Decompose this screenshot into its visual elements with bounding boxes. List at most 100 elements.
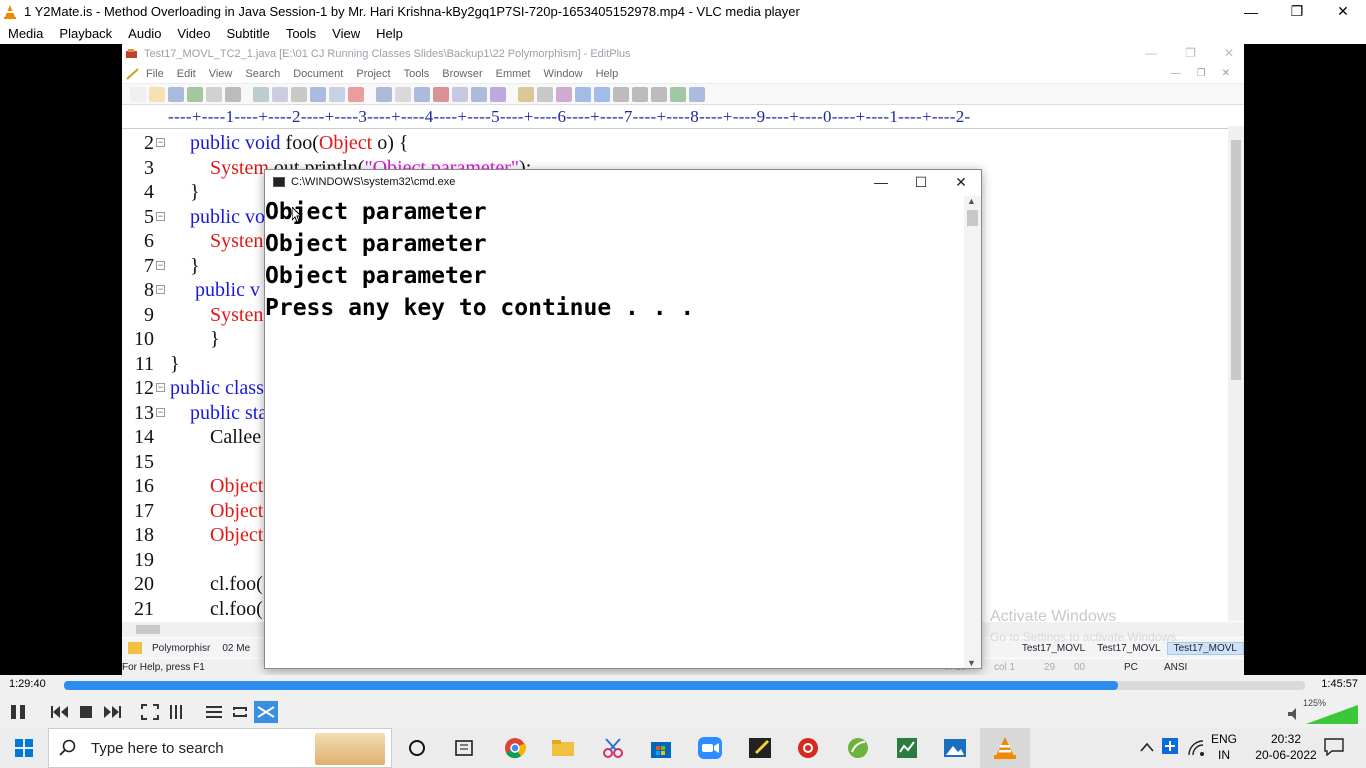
vlc-menu-video[interactable]: Video	[169, 26, 218, 41]
toolbar-button[interactable]	[632, 86, 648, 102]
file-explorer-icon[interactable]	[550, 736, 576, 760]
cmd-maximize-button[interactable]: ☐	[901, 170, 941, 194]
zoom-icon[interactable]	[697, 736, 723, 760]
editor-vertical-scrollbar[interactable]	[1228, 126, 1244, 621]
toolbar-button[interactable]	[130, 86, 146, 102]
toolbar-button[interactable]	[613, 86, 629, 102]
toolbar-button[interactable]	[556, 86, 572, 102]
cmd-scrollbar[interactable]: ▲ ▼	[964, 196, 981, 668]
ep-menu-emmet[interactable]: Emmet	[496, 68, 544, 80]
toolbar-button[interactable]	[291, 86, 307, 102]
mdi-restore-icon[interactable]: ❐	[1197, 68, 1214, 79]
ep-menu-file[interactable]: File	[146, 68, 177, 80]
task-view-icon[interactable]	[451, 736, 477, 760]
ep-close-button[interactable]: ✕	[1224, 46, 1234, 60]
tab-left-1[interactable]: 02 Me	[216, 643, 256, 654]
scroll-down-icon[interactable]: ▼	[967, 658, 976, 668]
fold-toggle-icon[interactable]: −	[156, 383, 165, 392]
fold-toggle-icon[interactable]: −	[156, 285, 165, 294]
toolbar-button[interactable]	[414, 86, 430, 102]
previous-button[interactable]	[48, 701, 72, 723]
toolbar-button[interactable]	[518, 86, 534, 102]
cmd-close-button[interactable]: ✕	[941, 170, 981, 194]
start-button[interactable]	[0, 728, 48, 768]
toolbar-button[interactable]	[206, 86, 222, 102]
toolbar-button[interactable]	[575, 86, 591, 102]
cortana-icon[interactable]	[404, 736, 430, 760]
tab-right-1[interactable]: Test17_MOVL	[1091, 643, 1166, 654]
scroll-up-icon[interactable]: ▲	[967, 196, 976, 206]
ep-restore-button[interactable]: ❐	[1185, 46, 1196, 60]
console-output[interactable]: Object parameter Object parameter Object…	[265, 196, 965, 666]
fold-toggle-icon[interactable]: −	[156, 260, 165, 270]
toolbar-button[interactable]	[452, 86, 468, 102]
input-language[interactable]: ENG IN	[1208, 732, 1240, 762]
toolbar-button[interactable]	[272, 86, 288, 102]
vlc-menu-playback[interactable]: Playback	[51, 26, 120, 41]
ep-menu-help[interactable]: Help	[596, 68, 632, 80]
toolbar-button[interactable]	[490, 86, 506, 102]
notification-icon[interactable]	[1324, 738, 1344, 756]
tab-left-0[interactable]: Polymorphisr	[146, 643, 216, 654]
vlc-menu-subtitle[interactable]: Subtitle	[218, 26, 277, 41]
next-button[interactable]	[100, 701, 124, 723]
ep-menu-view[interactable]: View	[209, 68, 246, 80]
toolbar-button[interactable]	[149, 86, 165, 102]
minimize-button[interactable]: —	[1228, 0, 1274, 23]
toolbar-button[interactable]	[187, 86, 203, 102]
toolbar-button[interactable]	[471, 86, 487, 102]
mdi-close-icon[interactable]: ✕	[1222, 68, 1238, 79]
toolbar-button[interactable]	[689, 86, 705, 102]
chrome-icon[interactable]	[502, 736, 528, 760]
toolbar-button[interactable]	[376, 86, 392, 102]
extended-settings-button[interactable]	[164, 701, 188, 723]
ep-menu-document[interactable]: Document	[293, 68, 356, 80]
playlist-button[interactable]	[202, 701, 226, 723]
scroll-thumb[interactable]	[967, 210, 978, 226]
cmd-minimize-button[interactable]: —	[861, 170, 901, 194]
clock[interactable]: 20:32 20-06-2022	[1254, 732, 1318, 762]
toolbar-button[interactable]	[670, 86, 686, 102]
ep-menu-browser[interactable]: Browser	[442, 68, 495, 80]
taskbar-search[interactable]: Type here to search	[48, 728, 392, 768]
toolbar-button[interactable]	[395, 86, 411, 102]
scroll-thumb[interactable]	[1231, 140, 1241, 380]
restore-button[interactable]: ❐	[1274, 0, 1320, 23]
fold-toggle-icon[interactable]: −	[156, 407, 165, 417]
spring-tool-icon[interactable]	[845, 736, 871, 760]
ep-menu-project[interactable]: Project	[356, 68, 403, 80]
network-icon[interactable]	[1188, 740, 1204, 756]
ep-menu-window[interactable]: Window	[543, 68, 595, 80]
record-icon[interactable]	[795, 736, 821, 760]
stop-button[interactable]	[74, 701, 98, 723]
toolbar-button[interactable]	[594, 86, 610, 102]
scroll-thumb[interactable]	[136, 625, 160, 634]
fullscreen-button[interactable]	[138, 701, 162, 723]
toolbar-button[interactable]	[329, 86, 345, 102]
toolbar-button[interactable]	[651, 86, 667, 102]
toolbar-button[interactable]	[433, 86, 449, 102]
ep-menu-search[interactable]: Search	[245, 68, 293, 80]
loop-button[interactable]	[228, 701, 252, 723]
close-button[interactable]: ✕	[1320, 0, 1366, 23]
random-button[interactable]	[254, 701, 278, 723]
seek-slider[interactable]	[64, 681, 1305, 690]
toolbar-button[interactable]	[310, 86, 326, 102]
fold-toggle-icon[interactable]: −	[156, 211, 165, 221]
toolbar-button[interactable]	[537, 86, 553, 102]
snipping-tool-icon[interactable]	[600, 736, 626, 760]
store-icon[interactable]	[648, 736, 674, 760]
toolbar-button[interactable]	[225, 86, 241, 102]
vlc-taskbar-active[interactable]	[980, 728, 1030, 768]
vlc-menu-media[interactable]: Media	[0, 26, 51, 41]
pause-button[interactable]	[6, 701, 30, 723]
sticky-notes-icon[interactable]	[747, 736, 773, 760]
toolbar-button[interactable]	[348, 86, 364, 102]
ep-menu-tools[interactable]: Tools	[404, 68, 443, 80]
vlc-menu-tools[interactable]: Tools	[278, 26, 324, 41]
toolbar-button[interactable]	[253, 86, 269, 102]
ep-minimize-button[interactable]: —	[1145, 46, 1157, 60]
photos-icon[interactable]	[942, 736, 968, 760]
ep-menu-edit[interactable]: Edit	[177, 68, 209, 80]
tray-chevron-icon[interactable]	[1140, 742, 1154, 752]
